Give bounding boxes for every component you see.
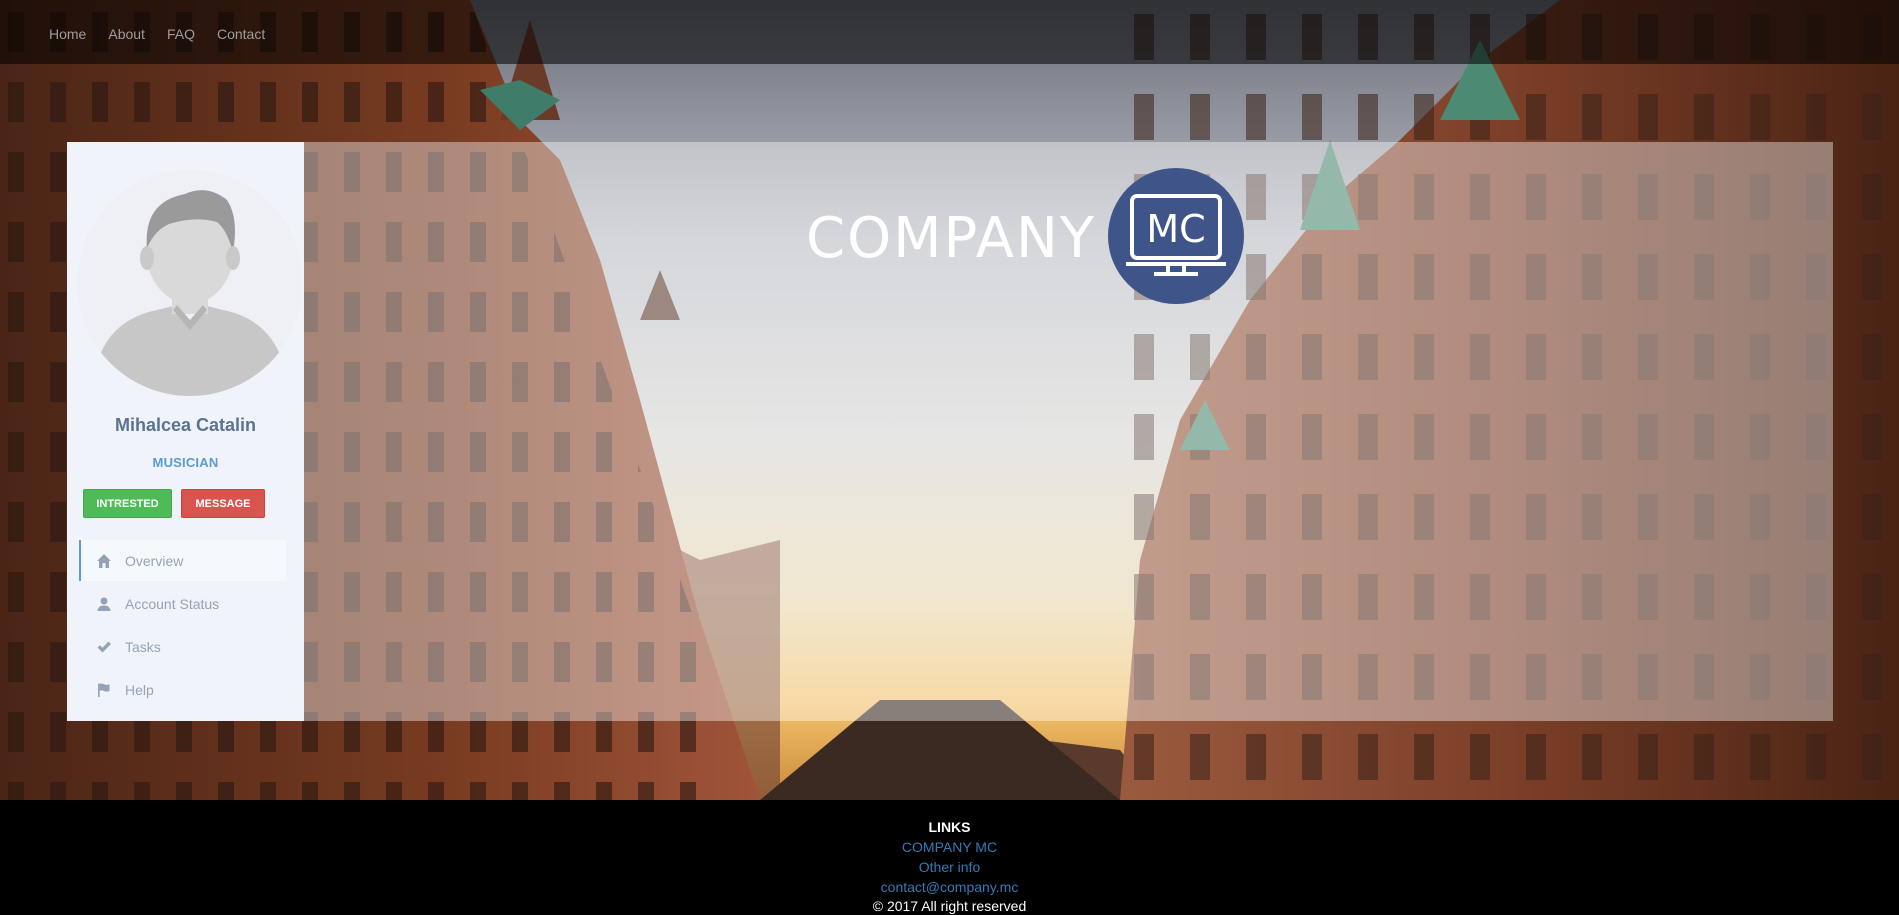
top-navbar: Home About FAQ Contact (0, 0, 1899, 64)
flag-icon (95, 681, 113, 699)
user-icon (95, 595, 113, 613)
user-silhouette-icon (95, 190, 285, 396)
logo-text: COMPANY (806, 205, 1097, 271)
nav-link-home[interactable]: Home (49, 26, 86, 42)
footer-link-company[interactable]: COMPANY MC (0, 839, 1899, 855)
menu-item-overview[interactable]: Overview (79, 540, 286, 581)
menu-item-label: Account Status (125, 595, 220, 612)
footer-link-email[interactable]: contact@company.mc (0, 879, 1899, 895)
menu-item-label: Help (125, 681, 154, 698)
footer-title: LINKS (928, 819, 971, 835)
profile-job-title: MUSICIAN (152, 455, 219, 470)
footer-copyright: © 2017 All right reserved (872, 898, 1027, 914)
menu-item-account-status[interactable]: Account Status (79, 583, 286, 624)
nav-link-contact[interactable]: Contact (217, 26, 265, 42)
profile-content-panel: COMPANY MC (304, 142, 1833, 721)
menu-item-label: Overview (125, 552, 184, 569)
nav-link-about[interactable]: About (108, 26, 145, 42)
company-logo: COMPANY MC (806, 168, 1245, 304)
check-icon (95, 638, 113, 656)
monitor-logo-icon: MC (1108, 168, 1245, 304)
profile-sidebar: Mihalcea Catalin MUSICIAN INTRESTED MESS… (67, 142, 304, 721)
footer-link-other-info[interactable]: Other info (0, 859, 1899, 875)
nav-link-faq[interactable]: FAQ (167, 26, 195, 42)
interested-button[interactable]: INTRESTED (83, 489, 172, 518)
menu-item-label: Tasks (125, 638, 161, 655)
home-icon (95, 552, 113, 570)
profile-menu: Overview Account Status Tasks Help (79, 540, 286, 712)
menu-item-help[interactable]: Help (79, 669, 286, 710)
profile-name: Mihalcea Catalin (114, 415, 257, 435)
nav-menu: Home About FAQ Contact (49, 0, 287, 68)
logo-badge-text: MC (1146, 207, 1205, 251)
footer: LINKS COMPANY MC Other info contact@comp… (0, 800, 1899, 915)
menu-item-tasks[interactable]: Tasks (79, 626, 286, 667)
message-button[interactable]: MESSAGE (181, 489, 265, 518)
avatar (77, 170, 303, 396)
